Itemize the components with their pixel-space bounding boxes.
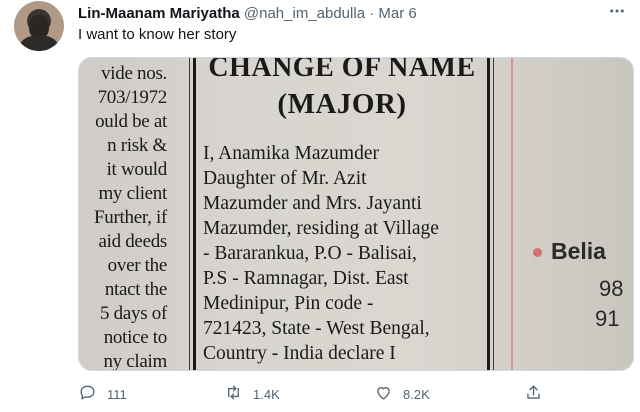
more-horizontal-icon[interactable]: [608, 2, 626, 25]
clip-line: vide nos.: [101, 63, 167, 84]
name-change-advertisement: CHANGE OF NAME (MAJOR) I, Anamika Mazumd…: [197, 58, 487, 370]
clip-line: ny claim: [103, 351, 167, 371]
right-column-number: 98: [599, 276, 624, 301]
clip-line: Further, if: [94, 207, 167, 228]
avatar-shoulders: [20, 35, 58, 51]
ad-line: Mazumder and Mrs. Jayanti: [203, 193, 422, 214]
tweet-actions: 111 1.4K 8.2K: [78, 382, 558, 406]
right-column-number: 91: [595, 306, 620, 331]
clip-line: my client: [98, 183, 167, 204]
reply-icon: [78, 383, 97, 405]
user-handle[interactable]: @nah_im_abdulla: [244, 5, 365, 22]
ad-line: 721423, State - West Bengal,: [203, 318, 430, 339]
column-rule: [193, 58, 196, 370]
newspaper-right-column: Belia 98 91: [529, 58, 633, 370]
reply-count: 111: [107, 386, 127, 402]
column-rule: [487, 58, 490, 370]
clip-line: ntact the: [104, 279, 167, 300]
clip-line: over the: [107, 255, 168, 276]
pink-divider: [511, 58, 513, 370]
tweet-header: Lin-Maanam Mariyatha @nah_im_abdulla · M…: [78, 4, 600, 24]
ad-line: Mazumder, residing at Village: [203, 218, 439, 239]
tweet-date[interactable]: Mar 6: [378, 5, 416, 22]
ad-line: I, Anamika Mazumder: [203, 143, 379, 164]
ad-line: P.S - Ramnagar, Dist. East: [203, 268, 409, 289]
ad-line: - Bararankua, P.O - Balisai,: [203, 243, 417, 264]
ad-title: CHANGE OF NAME: [208, 57, 476, 83]
retweet-count: 1.4K: [253, 386, 280, 402]
clip-line: it would: [106, 159, 168, 180]
clip-line: aid deeds: [98, 231, 167, 252]
avatar[interactable]: [14, 1, 64, 51]
reply-button[interactable]: 111: [78, 382, 127, 406]
retweet-icon: [224, 383, 243, 405]
display-name[interactable]: Lin-Maanam Mariyatha: [78, 5, 240, 22]
share-icon: [524, 383, 543, 405]
column-rule: [493, 58, 494, 370]
column-rule: [189, 58, 190, 370]
ad-line: Medinipur, Pin code -: [203, 293, 374, 314]
retweet-button[interactable]: 1.4K: [224, 382, 280, 406]
share-button[interactable]: [524, 382, 543, 406]
newspaper-left-column: vide nos. 703/1972 ould be at n risk & i…: [79, 58, 171, 370]
ad-subtitle: (MAJOR): [277, 88, 407, 120]
tweet-media-photo[interactable]: vide nos. 703/1972 ould be at n risk & i…: [78, 57, 634, 371]
clip-line: 703/1972: [97, 87, 168, 108]
like-count: 8.2K: [403, 386, 430, 402]
heart-icon: [374, 383, 393, 405]
like-button[interactable]: 8.2K: [374, 382, 430, 406]
clip-line: n risk &: [107, 135, 167, 156]
ad-line: Daughter of Mr. Azit: [203, 168, 367, 189]
clip-line: notice to: [103, 327, 168, 348]
ad-body: I, Anamika Mazumder Daughter of Mr. Azit…: [203, 141, 483, 366]
bullet-dot: [533, 248, 542, 257]
ad-line: Country - India declare I: [203, 343, 396, 364]
header-separator: ·: [369, 5, 375, 22]
right-column-word: Belia: [551, 238, 606, 264]
tweet-text: I want to know her story: [78, 26, 237, 43]
clip-line: 5 days of: [100, 303, 167, 324]
clip-line: ould be at: [95, 111, 167, 132]
